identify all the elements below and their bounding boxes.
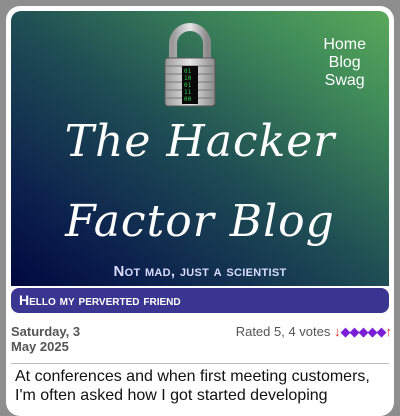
site-title-line1: The Hacker — [64, 116, 336, 167]
svg-text:10: 10 — [184, 75, 192, 82]
post-body: At conferences and when first meeting cu… — [15, 368, 370, 404]
site-subtitle: Not mad, just a scientist — [113, 263, 287, 280]
vote-up-button[interactable]: ↑ — [386, 324, 393, 339]
site-banner: 01 10 01 11 00 Home Blog Swag The Hacker… — [11, 11, 389, 286]
nav-blog-link[interactable]: Blog — [323, 54, 366, 72]
svg-text:00: 00 — [184, 96, 192, 103]
rating-text: Rated 5, 4 votes — [235, 324, 331, 339]
post-date-line1: Saturday, 3 — [11, 324, 81, 339]
post-date: Saturday, 3 May 2025 — [11, 324, 80, 354]
divider — [11, 363, 389, 364]
post-title-text: Hello my perverted friend — [19, 292, 181, 308]
post-date-line2: May 2025 — [11, 339, 69, 354]
page-card: 01 10 01 11 00 Home Blog Swag The Hacker… — [6, 6, 394, 416]
post-rating: Rated 5, 4 votes ↓◆◆◆◆◆↑ — [236, 324, 392, 339]
nav-home-link[interactable]: Home — [323, 36, 366, 54]
nav-swag-link[interactable]: Swag — [323, 72, 366, 90]
rating-diamonds: ◆◆◆◆◆ — [340, 324, 387, 339]
post-title[interactable]: Hello my perverted friend — [11, 288, 389, 313]
site-title-line2: Factor Blog — [65, 196, 335, 247]
svg-text:11: 11 — [184, 89, 192, 96]
svg-text:01: 01 — [184, 82, 192, 89]
padlock-icon: 01 10 01 11 00 — [164, 23, 216, 107]
main-nav: Home Blog Swag — [323, 36, 366, 90]
svg-text:01: 01 — [184, 68, 192, 75]
